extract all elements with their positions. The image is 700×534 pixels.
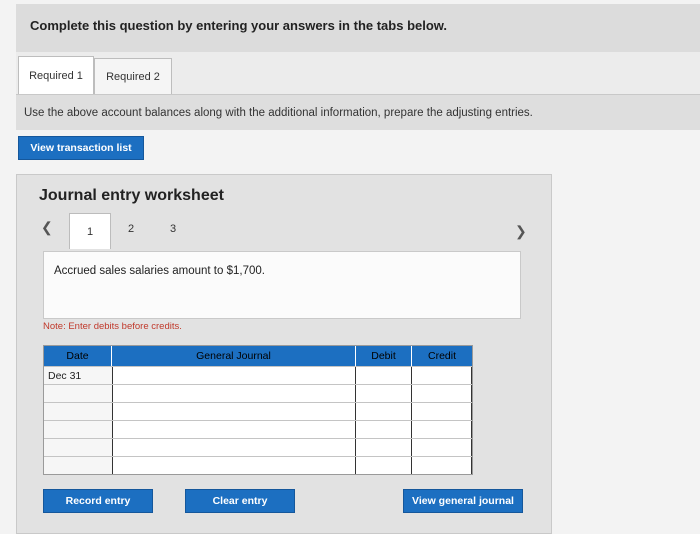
chevron-right-icon[interactable]: ❯	[515, 223, 527, 240]
account-cell[interactable]	[112, 421, 356, 438]
account-cell[interactable]	[112, 403, 356, 420]
table-row	[44, 456, 472, 474]
credit-cell[interactable]	[412, 421, 472, 438]
date-cell[interactable]	[44, 457, 112, 474]
debit-cell[interactable]	[356, 439, 412, 456]
account-cell[interactable]	[112, 439, 356, 456]
column-header-debit: Debit	[356, 346, 412, 366]
question-header: Complete this question by entering your …	[16, 4, 700, 52]
table-row	[44, 438, 472, 456]
page-tab-3[interactable]: 3	[163, 219, 183, 239]
question-title: Complete this question by entering your …	[30, 18, 448, 33]
tab-bar: Required 1 Required 2	[16, 52, 700, 94]
instruction-bar: Use the above account balances along wit…	[16, 94, 700, 130]
tab-required-2[interactable]: Required 2	[94, 58, 172, 94]
entry-note: Note: Enter debits before credits.	[43, 321, 182, 332]
debit-cell[interactable]	[356, 385, 412, 402]
date-cell[interactable]	[44, 439, 112, 456]
credit-cell[interactable]	[412, 457, 472, 474]
instruction-text: Use the above account balances along wit…	[24, 107, 533, 119]
journal-entry-worksheet: Journal entry worksheet ❮ 1 2 3 ❯ Accrue…	[16, 174, 552, 534]
debit-cell[interactable]	[356, 457, 412, 474]
credit-cell[interactable]	[412, 367, 472, 384]
transaction-description: Accrued sales salaries amount to $1,700.	[54, 265, 265, 277]
debit-cell[interactable]	[356, 403, 412, 420]
debit-cell[interactable]	[356, 421, 412, 438]
date-cell[interactable]	[44, 385, 112, 402]
date-cell[interactable]	[44, 403, 112, 420]
account-cell[interactable]	[112, 457, 356, 474]
table-row	[44, 420, 472, 438]
account-cell[interactable]	[112, 367, 356, 384]
credit-cell[interactable]	[412, 439, 472, 456]
column-header-credit: Credit	[412, 346, 472, 366]
view-transaction-list-button[interactable]: View transaction list	[18, 136, 144, 160]
account-cell[interactable]	[112, 385, 356, 402]
date-cell[interactable]	[44, 421, 112, 438]
page-tab-1[interactable]: 1	[69, 213, 111, 249]
view-general-journal-button[interactable]: View general journal	[403, 489, 523, 513]
table-row	[44, 384, 472, 402]
credit-cell[interactable]	[412, 385, 472, 402]
page-tab-2[interactable]: 2	[121, 219, 141, 239]
clear-entry-button[interactable]: Clear entry	[185, 489, 295, 513]
column-header-general-journal: General Journal	[112, 346, 356, 366]
date-cell[interactable]: Dec 31	[44, 367, 112, 384]
debit-cell[interactable]	[356, 367, 412, 384]
credit-cell[interactable]	[412, 403, 472, 420]
journal-grid: Date General Journal Debit Credit Dec 31	[43, 345, 473, 475]
chevron-left-icon[interactable]: ❮	[41, 219, 53, 236]
tab-required-1[interactable]: Required 1	[18, 56, 94, 94]
record-entry-button[interactable]: Record entry	[43, 489, 153, 513]
table-row: Dec 31	[44, 366, 472, 384]
table-row	[44, 402, 472, 420]
transaction-description-box: Accrued sales salaries amount to $1,700.	[43, 251, 521, 319]
column-header-date: Date	[44, 346, 112, 366]
worksheet-title: Journal entry worksheet	[39, 187, 224, 204]
